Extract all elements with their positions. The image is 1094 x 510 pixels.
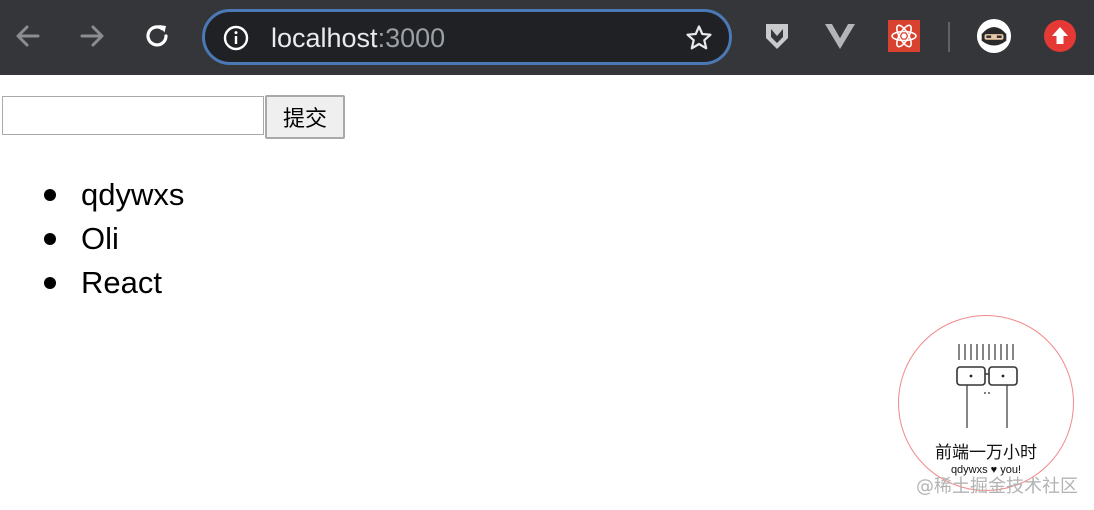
info-icon[interactable] [223, 25, 249, 51]
bullet-icon [44, 277, 56, 289]
update-button[interactable] [1042, 18, 1078, 54]
bullet-icon [44, 233, 56, 245]
list-item: qdywxs [44, 175, 184, 219]
reload-icon [146, 25, 168, 47]
url-text: localhost:3000 [271, 23, 445, 53]
extension-react-devtools[interactable] [886, 18, 922, 54]
bullet-icon [44, 189, 56, 201]
browser-toolbar: localhost:3000 [0, 0, 1094, 75]
page-content: 提交 qdywxs Oli React 前端一万小时 qdywxs ♥ you!… [0, 75, 1094, 510]
extension-shield[interactable] [759, 18, 795, 54]
vue-devtools-icon [825, 24, 855, 49]
address-bar[interactable]: localhost:3000 [202, 9, 732, 65]
toolbar-divider [948, 22, 950, 52]
todo-input[interactable] [2, 96, 264, 135]
watermark-text: @稀土掘金技术社区 [916, 476, 1078, 497]
back-button[interactable] [10, 18, 46, 54]
profile-button[interactable] [976, 18, 1012, 54]
bookmark-star-icon[interactable] [685, 24, 713, 52]
list-item-text: Oli [81, 221, 119, 256]
update-icon [1044, 20, 1076, 52]
back-arrow-icon [16, 25, 40, 47]
coder-mascot-icon [956, 344, 1018, 428]
react-devtools-icon [888, 20, 920, 52]
badge-title: 前端一万小时 [935, 443, 1037, 463]
list-item-text: qdywxs [81, 177, 185, 212]
list-item: Oli [44, 219, 184, 263]
shield-extension-icon [766, 24, 788, 49]
extension-vue-devtools[interactable] [822, 18, 858, 54]
reload-button[interactable] [139, 18, 175, 54]
submit-button[interactable]: 提交 [265, 95, 345, 139]
list-item: React [44, 263, 184, 307]
url-host: localhost [271, 23, 378, 53]
url-port: :3000 [377, 23, 446, 53]
profile-avatar-icon [976, 18, 1012, 54]
author-badge: 前端一万小时 qdywxs ♥ you! [898, 315, 1074, 491]
todo-list: qdywxs Oli React [44, 175, 184, 307]
forward-arrow-icon [80, 25, 104, 47]
forward-button[interactable] [74, 18, 110, 54]
list-item-text: React [81, 265, 162, 300]
